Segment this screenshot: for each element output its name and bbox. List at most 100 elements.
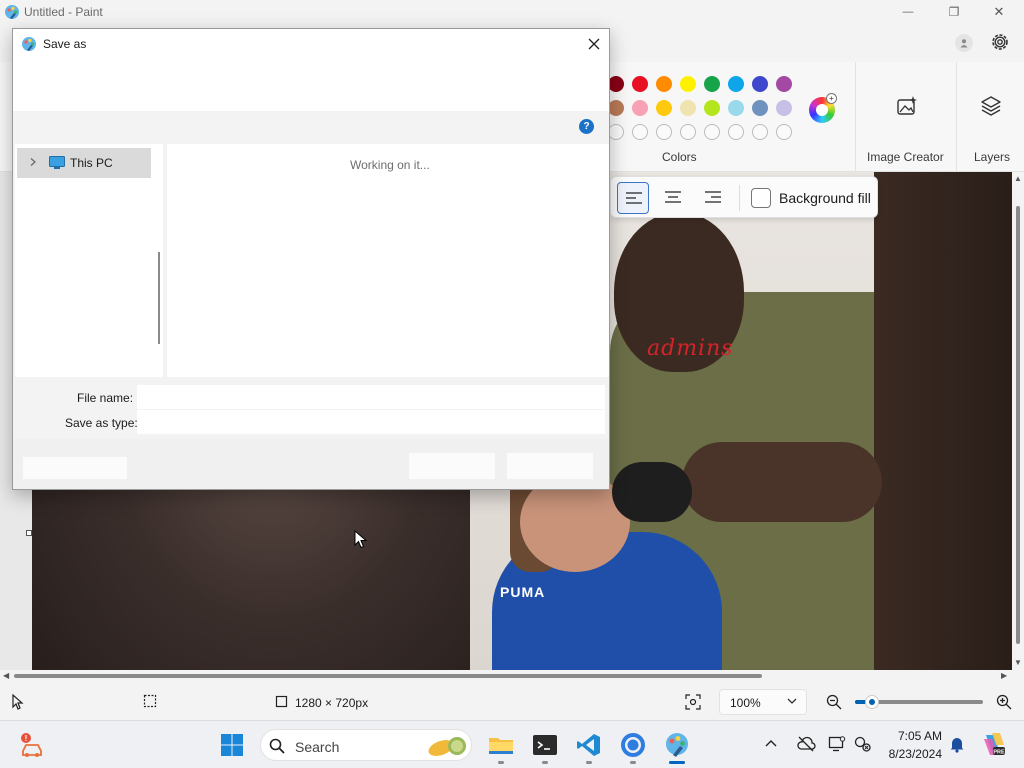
scroll-right-icon[interactable]: ▶	[1001, 671, 1007, 680]
copilot-icon[interactable]: PRE	[980, 731, 1006, 757]
custom-color-slot[interactable]	[680, 124, 696, 140]
taskbar-search-box[interactable]: Search	[260, 729, 472, 761]
text-format-toolbar: Background fill	[610, 176, 878, 218]
align-left-button[interactable]	[617, 182, 649, 214]
mouse-pointer-icon	[354, 530, 368, 549]
dialog-close-button[interactable]	[583, 33, 605, 55]
search-icon	[269, 738, 285, 754]
terminal-icon[interactable]	[531, 731, 559, 759]
photo-arm	[682, 442, 882, 522]
zoom-level-dropdown[interactable]: 100%	[719, 689, 807, 715]
zoom-slider[interactable]	[855, 695, 983, 709]
minimize-icon: —	[902, 6, 914, 18]
help-icon[interactable]: ?	[579, 119, 594, 134]
image-creator-label: Image Creator	[867, 150, 944, 164]
clock-time[interactable]: 7:05 AM	[880, 729, 942, 743]
color-swatch[interactable]	[752, 100, 768, 116]
color-swatch[interactable]	[752, 76, 768, 92]
background-fill-label[interactable]: Background fill	[779, 190, 871, 206]
align-right-button[interactable]	[697, 182, 729, 214]
canvas-resize-handle[interactable]	[26, 530, 32, 536]
fit-to-window-icon[interactable]	[685, 694, 701, 710]
background-fill-checkbox[interactable]	[751, 188, 771, 208]
account-icon[interactable]	[955, 34, 973, 52]
save-button[interactable]	[409, 453, 495, 479]
widgets-car-icon[interactable]: !	[18, 731, 46, 759]
horizontal-scroll-thumb[interactable]	[14, 674, 762, 678]
nav-item-label: This PC	[70, 156, 113, 170]
color-swatch[interactable]	[632, 100, 648, 116]
color-swatch[interactable]	[680, 76, 696, 92]
align-center-button[interactable]	[657, 182, 689, 214]
close-window-button[interactable]: ✕	[976, 0, 1022, 24]
file-explorer-icon[interactable]	[487, 731, 515, 759]
custom-color-slot[interactable]	[752, 124, 768, 140]
scroll-up-icon[interactable]: ▲	[1014, 174, 1022, 183]
color-swatch[interactable]	[608, 76, 624, 92]
color-swatch[interactable]	[728, 100, 744, 116]
file-name-input[interactable]	[137, 385, 605, 409]
zoom-in-icon[interactable]	[996, 694, 1012, 710]
color-swatch[interactable]	[728, 76, 744, 92]
cancel-button[interactable]	[507, 453, 593, 479]
close-icon: ✕	[993, 4, 1005, 19]
layers-label: Layers	[974, 150, 1011, 164]
nav-item-this-pc[interactable]: This PC	[17, 148, 151, 178]
save-as-type-dropdown[interactable]	[137, 410, 605, 434]
color-swatch[interactable]	[632, 76, 648, 92]
zoom-out-icon[interactable]	[826, 694, 842, 710]
scroll-down-icon[interactable]: ▼	[1014, 658, 1022, 667]
vertical-scroll-thumb[interactable]	[1016, 206, 1020, 644]
toolbar-divider	[739, 185, 740, 211]
nav-pane-scroll-thumb[interactable]	[158, 252, 160, 344]
custom-color-slot[interactable]	[608, 124, 624, 140]
paint-taskbar-icon[interactable]	[663, 731, 691, 759]
layers-button[interactable]: Layers	[958, 62, 1024, 172]
minimize-button[interactable]: —	[885, 0, 931, 24]
color-swatch[interactable]	[776, 100, 792, 116]
search-highlight-melon-icon	[428, 737, 466, 756]
hide-folders-button[interactable]	[23, 457, 127, 479]
color-swatch[interactable]	[704, 76, 720, 92]
vs-code-icon[interactable]	[575, 731, 603, 759]
color-swatch[interactable]	[608, 100, 624, 116]
custom-color-slot[interactable]	[632, 124, 648, 140]
zoom-slider-thumb[interactable]	[864, 695, 879, 709]
notification-bell-icon[interactable]	[948, 735, 966, 753]
custom-color-slot[interactable]	[656, 124, 672, 140]
align-center-icon	[665, 191, 681, 203]
start-windows-icon[interactable]	[220, 733, 244, 757]
image-creator-icon	[897, 96, 917, 115]
colors-group: + Colors	[600, 62, 856, 172]
custom-color-slot[interactable]	[728, 124, 744, 140]
chevron-up-icon[interactable]	[764, 737, 778, 751]
running-indicator	[542, 761, 548, 764]
settings-gear-icon[interactable]	[989, 31, 1011, 53]
restore-button[interactable]: ❐	[931, 0, 977, 24]
canvas-size-text: 1280 × 720px	[295, 696, 369, 710]
paint-app-icon	[5, 5, 19, 19]
custom-color-slot[interactable]	[776, 124, 792, 140]
custom-color-slot[interactable]	[704, 124, 720, 140]
display-icon[interactable]	[828, 735, 846, 753]
edit-colors-plus-icon[interactable]: +	[826, 93, 837, 104]
file-list-pane[interactable]: Working on it...	[167, 144, 609, 377]
color-swatch[interactable]	[776, 76, 792, 92]
dialog-title-bar[interactable]: Save as	[13, 29, 609, 59]
chrome-icon[interactable]	[619, 731, 647, 759]
chevron-right-icon[interactable]	[28, 157, 38, 167]
color-swatch[interactable]	[680, 100, 696, 116]
file-name-label: File name:	[77, 391, 134, 405]
horizontal-scrollbar[interactable]: ◀ ▶	[0, 670, 1012, 682]
running-indicator	[630, 761, 636, 764]
scroll-left-icon[interactable]: ◀	[3, 671, 9, 680]
image-creator-button[interactable]: Image Creator	[857, 62, 957, 172]
clock-date[interactable]: 8/23/2024	[870, 747, 942, 761]
status-bar: 1280 × 720px 100%	[0, 684, 1024, 720]
color-swatch[interactable]	[656, 76, 672, 92]
color-swatch[interactable]	[704, 100, 720, 116]
vertical-scrollbar[interactable]: ▲ ▼	[1012, 172, 1024, 670]
onedrive-offline-icon[interactable]	[796, 735, 816, 753]
search-placeholder: Search	[295, 739, 340, 755]
color-swatch[interactable]	[656, 100, 672, 116]
